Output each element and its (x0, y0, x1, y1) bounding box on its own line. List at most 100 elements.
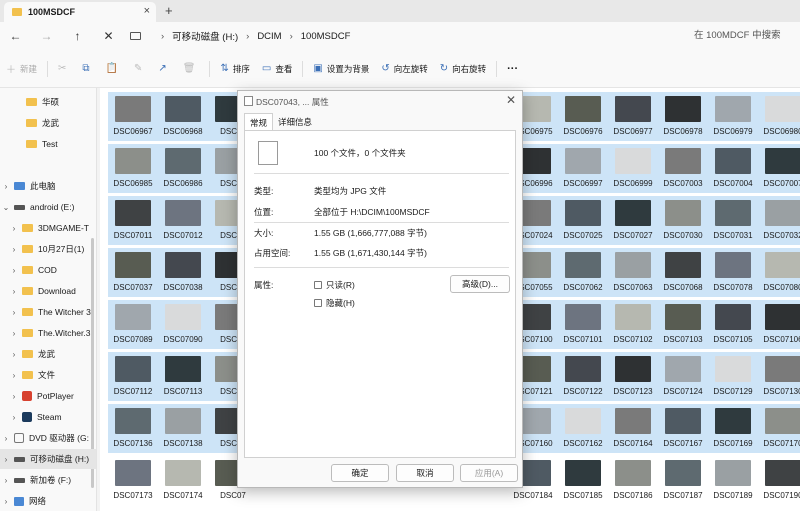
cancel-button[interactable]: 取消 (396, 464, 454, 482)
file-item[interactable]: DSC07164 (608, 404, 658, 453)
share-button[interactable]: ↗ (152, 57, 176, 81)
file-item[interactable]: DSC07004 (708, 144, 758, 193)
file-item[interactable]: DSC07025 (558, 196, 608, 245)
chevron-down-icon[interactable]: ⌄ (2, 203, 10, 212)
close-icon[interactable]: ✕ (506, 93, 516, 107)
rotate-right-button[interactable]: ↻ 向右旋转 (434, 57, 492, 81)
tab-details[interactable]: 详细信息 (273, 113, 317, 131)
chevron-right-icon[interactable]: › (10, 266, 18, 275)
file-item[interactable]: DSC06978 (658, 92, 708, 141)
file-item[interactable]: DSC06999 (608, 144, 658, 193)
file-item[interactable]: DSC07174 (158, 456, 208, 505)
new-button[interactable]: ＋ 新建 (0, 57, 43, 81)
refresh-button[interactable]: ✕ (93, 29, 124, 43)
chevron-right-icon[interactable]: › (10, 245, 18, 254)
back-button[interactable]: ← (0, 29, 31, 43)
file-item[interactable]: DSC07113 (158, 352, 208, 401)
file-item[interactable]: DSC07112 (108, 352, 158, 401)
breadcrumb-dcim[interactable]: DCIM (257, 31, 281, 42)
file-item[interactable]: DSC07007 (758, 144, 800, 193)
chevron-right-icon[interactable]: › (10, 413, 18, 422)
file-item[interactable]: DSC07185 (558, 456, 608, 505)
forward-button[interactable]: → (31, 29, 62, 43)
sidebar-item[interactable]: › 文件 (0, 365, 96, 385)
advanced-button[interactable]: 高级(D)... (450, 275, 510, 293)
file-item[interactable]: DSC07124 (658, 352, 708, 401)
sidebar-item[interactable]: › COD (0, 260, 96, 280)
sidebar-item[interactable]: › 10月27日(1) (0, 239, 96, 259)
file-item[interactable]: DSC07122 (558, 352, 608, 401)
sidebar-item[interactable]: › The Witcher 3 (0, 302, 96, 322)
delete-button[interactable]: 🗑 (177, 57, 206, 81)
file-item[interactable]: DSC07080 (758, 248, 800, 297)
file-item[interactable]: DSC06985 (108, 144, 158, 193)
sidebar-item[interactable]: › Steam (0, 407, 96, 427)
sidebar-item[interactable]: › 新加卷 (F:) (0, 470, 96, 490)
file-item[interactable]: DSC06979 (708, 92, 758, 141)
sidebar-item[interactable]: ⌄ android (E:) (0, 197, 96, 217)
chevron-right-icon[interactable]: › (10, 371, 18, 380)
sidebar-item[interactable]: 华硕 (0, 92, 96, 112)
file-item[interactable]: DSC07169 (708, 404, 758, 453)
file-item[interactable]: DSC07101 (558, 300, 608, 349)
chevron-right-icon[interactable]: › (10, 392, 18, 401)
file-item[interactable]: DSC06986 (158, 144, 208, 193)
breadcrumb[interactable]: › 可移动磁盘 (H:) › DCIM › 100MSDCF (130, 25, 350, 47)
file-item[interactable]: DSC07068 (658, 248, 708, 297)
chevron-right-icon[interactable]: › (10, 224, 18, 233)
sort-button[interactable]: ⇅ 排序 (214, 57, 255, 81)
more-button[interactable]: ··· (501, 57, 524, 81)
file-item[interactable]: DSC07136 (108, 404, 158, 453)
file-item[interactable]: DSC06977 (608, 92, 658, 141)
set-wallpaper-button[interactable]: ▣ 设置为背景 (307, 57, 375, 81)
file-item[interactable]: DSC07089 (108, 300, 158, 349)
file-item[interactable]: DSC07012 (158, 196, 208, 245)
file-item[interactable]: DSC06976 (558, 92, 608, 141)
apply-button[interactable]: 应用(A) (460, 464, 518, 482)
file-item[interactable]: DSC06967 (108, 92, 158, 141)
chevron-right-icon[interactable]: › (2, 434, 10, 443)
file-item[interactable]: DSC07102 (608, 300, 658, 349)
chevron-right-icon[interactable]: › (2, 455, 10, 464)
file-item[interactable]: DSC07027 (608, 196, 658, 245)
dialog-title-bar[interactable]: DSC07043, ... 属性 ✕ (238, 91, 522, 111)
new-tab-button[interactable]: + (165, 3, 173, 18)
chevron-right-icon[interactable]: › (10, 308, 18, 317)
cut-button[interactable]: ✂ (52, 57, 76, 81)
file-item[interactable]: DSC07130 (758, 352, 800, 401)
sidebar-item[interactable]: 龙武 (0, 113, 96, 133)
file-item[interactable]: DSC06968 (158, 92, 208, 141)
breadcrumb-drive[interactable]: 可移动磁盘 (H:) (172, 29, 238, 43)
up-button[interactable]: ↑ (62, 29, 93, 43)
tab-general[interactable]: 常规 (244, 113, 274, 131)
sidebar-item[interactable]: › 龙武 (0, 344, 96, 364)
file-item[interactable]: DSC07062 (558, 248, 608, 297)
tab-current-folder[interactable]: 100MSDCF × (4, 2, 156, 22)
file-item[interactable]: DSC07123 (608, 352, 658, 401)
file-item[interactable]: DSC06980 (758, 92, 800, 141)
file-item[interactable]: DSC07190 (758, 456, 800, 505)
chevron-right-icon[interactable]: › (10, 350, 18, 359)
file-item[interactable]: DSC07129 (708, 352, 758, 401)
chevron-right-icon[interactable]: › (2, 182, 10, 191)
file-item[interactable]: DSC07038 (158, 248, 208, 297)
file-item[interactable]: DSC07103 (658, 300, 708, 349)
file-item[interactable]: DSC07063 (608, 248, 658, 297)
file-item[interactable]: DSC07011 (108, 196, 158, 245)
file-item[interactable]: DSC07078 (708, 248, 758, 297)
sidebar-item[interactable]: › 3DMGAME-T (0, 218, 96, 238)
view-button[interactable]: ▭ 查看 (256, 57, 298, 81)
file-item[interactable]: DSC07167 (658, 404, 708, 453)
file-item[interactable]: DSC07037 (108, 248, 158, 297)
file-item[interactable]: DSC07186 (608, 456, 658, 505)
sidebar-item[interactable]: › 可移动磁盘 (H:) (0, 449, 96, 469)
file-item[interactable]: DSC07105 (708, 300, 758, 349)
file-item[interactable]: DSC07003 (658, 144, 708, 193)
file-item[interactable]: DSC07189 (708, 456, 758, 505)
breadcrumb-folder[interactable]: 100MSDCF (301, 31, 351, 42)
file-item[interactable]: DSC07031 (708, 196, 758, 245)
chevron-right-icon[interactable]: › (10, 287, 18, 296)
file-item[interactable]: DSC07187 (658, 456, 708, 505)
file-item[interactable]: DSC07162 (558, 404, 608, 453)
sidebar-item[interactable]: › Download (0, 281, 96, 301)
